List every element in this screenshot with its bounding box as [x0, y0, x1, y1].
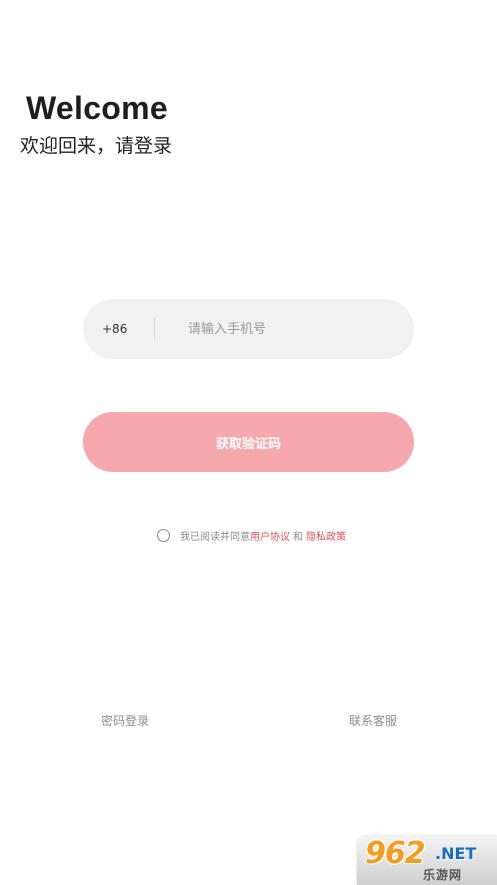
agreement-row: 我已阅读并同意 用户协议 和 隐私政策 [157, 528, 346, 543]
watermark-subtext: 乐游网 [423, 868, 463, 882]
agreement-text: 我已阅读并同意 [180, 532, 250, 543]
watermark-net: .NET [435, 844, 477, 863]
phone-field[interactable]: +86 [83, 298, 414, 360]
contact-service-link[interactable]: 联系客服 [349, 712, 397, 729]
site-watermark: 962 .NET 乐游网 [357, 836, 497, 885]
phone-number-input[interactable] [155, 298, 414, 360]
watermark-logo: 962 [365, 836, 426, 871]
privacy-policy-link[interactable]: 隐私政策 [306, 528, 346, 543]
user-agreement-link[interactable]: 用户协议 [250, 528, 290, 543]
page-subtitle: 欢迎回来，请登录 [20, 135, 173, 157]
get-verification-code-button[interactable]: 获取验证码 [83, 412, 414, 472]
page-title: Welcome [26, 90, 169, 126]
agreement-and-text: 和 [293, 532, 303, 543]
country-code-selector[interactable]: +86 [83, 322, 154, 336]
agreement-checkbox[interactable] [157, 529, 170, 542]
password-login-link[interactable]: 密码登录 [101, 712, 149, 729]
